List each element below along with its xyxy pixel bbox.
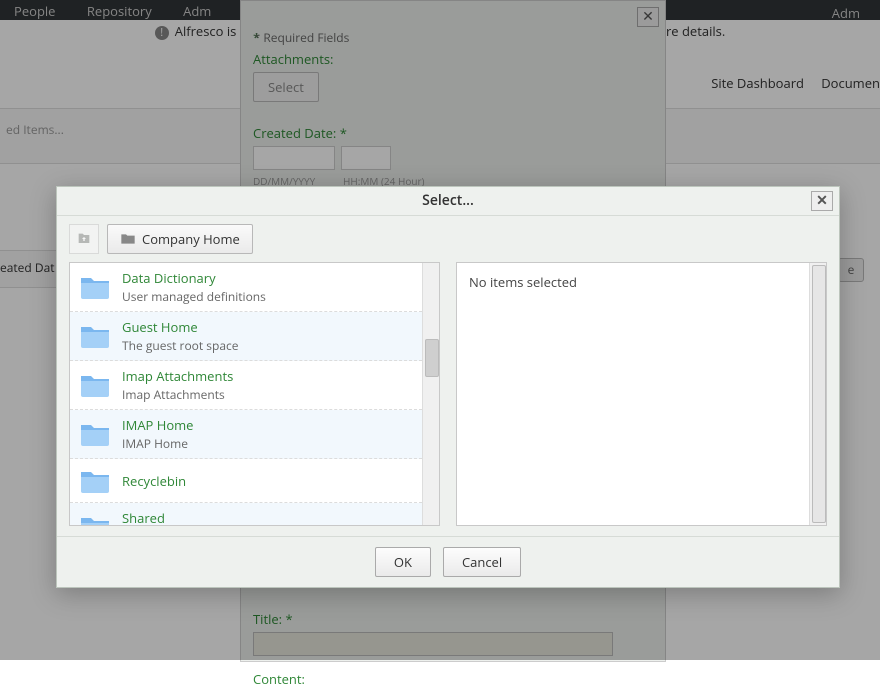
select-dialog: Select... ✕ Company Home Data Dictionary… (56, 186, 840, 588)
folder-up-button[interactable] (69, 224, 99, 254)
document-library-link[interactable]: Documen (821, 74, 880, 92)
title-input[interactable] (253, 632, 613, 656)
folder-row[interactable]: Imap AttachmentsImap Attachments (70, 361, 422, 410)
breadcrumb-button[interactable]: Company Home (107, 224, 253, 254)
scrollbar[interactable] (422, 263, 439, 525)
breadcrumb-label: Company Home (142, 230, 240, 248)
content-label: Content: (253, 670, 653, 688)
nav-repository[interactable]: Repository (73, 0, 166, 20)
folder-name: Recyclebin (122, 472, 186, 490)
select-dialog-title: Select... (422, 191, 474, 210)
folder-name: Guest Home (122, 318, 239, 336)
folder-row[interactable]: Guest HomeThe guest root space (70, 312, 422, 361)
nav-admin-left[interactable]: Adm (169, 0, 225, 20)
close-icon[interactable]: ✕ (637, 7, 659, 27)
site-dashboard-link[interactable]: Site Dashboard (711, 74, 804, 92)
folder-icon (80, 373, 110, 397)
folder-desc: Imap Attachments (122, 386, 233, 403)
folder-row[interactable]: IMAP HomeIMAP Home (70, 410, 422, 459)
folder-list-panel: Data DictionaryUser managed definitionsG… (69, 262, 440, 526)
time-input[interactable] (341, 146, 391, 170)
edit-button-fragment[interactable]: e (838, 258, 864, 282)
date-input[interactable] (253, 146, 335, 170)
select-dialog-header: Select... ✕ (57, 187, 839, 216)
folder-icon (80, 469, 110, 493)
attachments-select-button[interactable]: Select (253, 72, 319, 102)
ok-button[interactable]: OK (375, 547, 431, 577)
folder-desc: The guest root space (122, 337, 239, 354)
folder-row[interactable]: Data DictionaryUser managed definitions (70, 263, 422, 312)
close-icon[interactable]: ✕ (811, 191, 833, 211)
folder-up-icon (76, 231, 92, 247)
folder-row[interactable]: Recyclebin (70, 459, 422, 503)
folder-icon (120, 232, 136, 246)
folder-icon (80, 275, 110, 299)
folder-name: Shared (122, 509, 274, 525)
nav-people[interactable]: People (0, 0, 69, 20)
folder-icon (80, 324, 110, 348)
folder-desc: IMAP Home (122, 435, 193, 452)
folder-icon (80, 422, 110, 446)
scrollbar[interactable] (809, 263, 826, 525)
scrollbar-thumb[interactable] (425, 339, 439, 377)
nav-admin-right[interactable]: Adm (818, 2, 874, 22)
selected-items-panel: No items selected (456, 262, 827, 526)
no-items-message: No items selected (457, 263, 809, 301)
folder-row[interactable]: SharedFolder to store shared stuff (70, 503, 422, 525)
required-fields-note: ** Required Fields (253, 29, 653, 46)
scrollbar-thumb[interactable] (812, 265, 826, 523)
folder-name: Data Dictionary (122, 269, 266, 287)
attachments-label: Attachments: (253, 50, 653, 68)
folder-desc: User managed definitions (122, 288, 266, 305)
created-date-label: Created Date: * (253, 124, 653, 142)
title-label: Title: * (253, 610, 653, 628)
folder-name: IMAP Home (122, 416, 193, 434)
warning-icon: ! (155, 26, 169, 40)
created-date-col: eated Dat (0, 250, 58, 288)
cancel-button[interactable]: Cancel (443, 547, 521, 577)
select-dialog-footer: OK Cancel (57, 536, 839, 587)
folder-icon (80, 515, 110, 525)
folder-name: Imap Attachments (122, 367, 233, 385)
